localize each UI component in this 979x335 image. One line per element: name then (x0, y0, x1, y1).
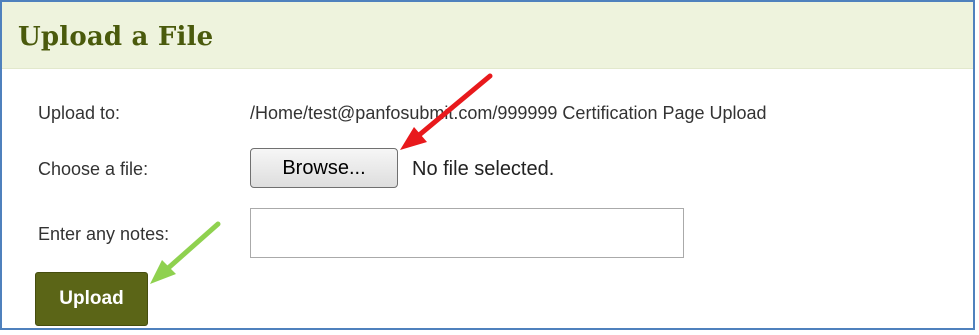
page-title: Upload a File (18, 22, 214, 52)
browse-button[interactable]: Browse... (250, 148, 398, 188)
upload-to-path: /Home/test@panfosubmit.com/999999 Certif… (250, 103, 767, 123)
file-status-text: No file selected. (412, 158, 555, 180)
choose-file-label: Choose a file: (38, 159, 149, 179)
notes-input[interactable] (250, 208, 684, 258)
upload-file-panel: Upload a File Upload to: /Home/test@panf… (0, 0, 975, 330)
panel-header: Upload a File (2, 2, 973, 69)
upload-button[interactable]: Upload (35, 272, 148, 326)
upload-to-label: Upload to: (38, 103, 121, 123)
notes-label: Enter any notes: (38, 224, 170, 244)
